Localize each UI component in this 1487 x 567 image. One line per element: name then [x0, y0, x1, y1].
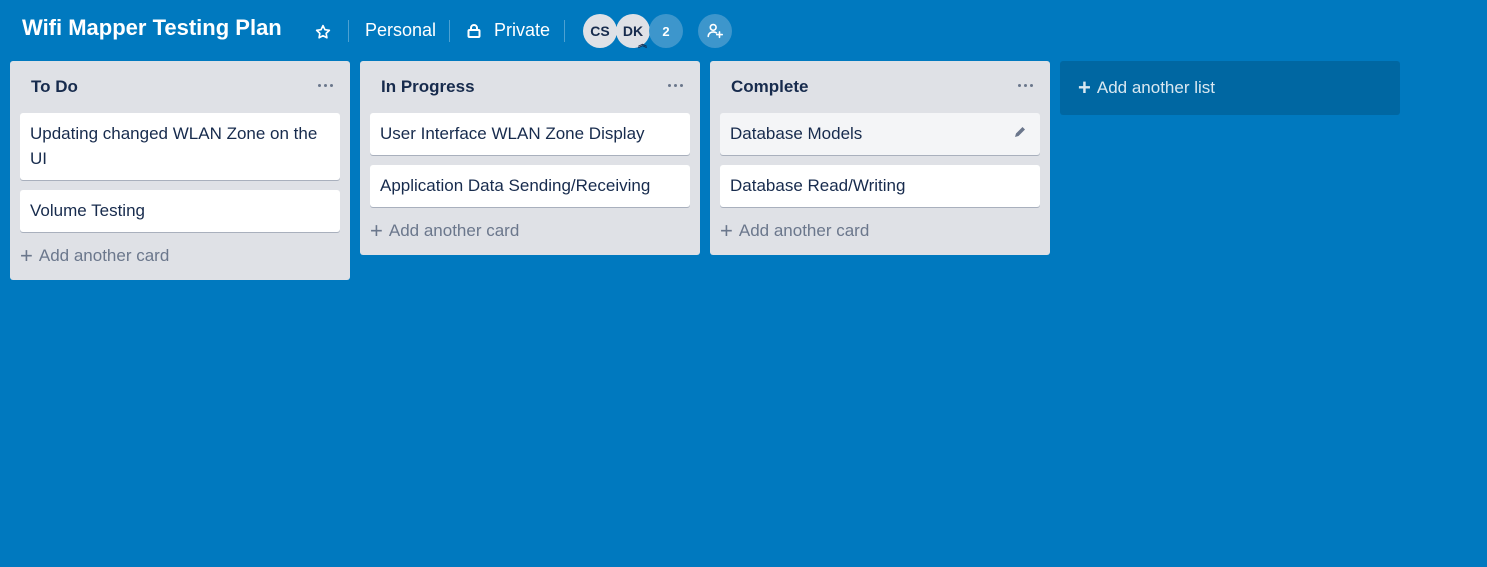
visibility-button[interactable]: Private	[466, 20, 550, 41]
add-card-label: Add another card	[38, 246, 170, 265]
lock-icon	[467, 23, 481, 38]
add-member-icon	[707, 23, 724, 39]
team-button[interactable]: Personal	[365, 20, 436, 41]
list-menu-button[interactable]	[316, 75, 334, 95]
list-complete: Complete Database Models Database Read/W…	[710, 61, 1050, 255]
list-in-progress: In Progress User Interface WLAN Zone Dis…	[360, 61, 700, 255]
list-to-do: To Do Updating changed WLAN Zone on the …	[10, 61, 350, 280]
list-header: In Progress	[360, 61, 700, 113]
ellipsis-icon	[1017, 83, 1021, 87]
plus-icon: +	[370, 218, 383, 243]
list-title[interactable]: In Progress	[381, 77, 475, 97]
plus-icon: +	[720, 218, 733, 243]
plus-icon: +	[20, 243, 33, 268]
card-title: Database Models	[730, 124, 863, 143]
list-header: To Do	[10, 61, 350, 113]
add-list-button[interactable]: + Add another list	[1060, 61, 1400, 115]
list-menu-button[interactable]	[1016, 75, 1034, 95]
list-menu-button[interactable]	[666, 75, 684, 95]
header-divider	[449, 20, 450, 42]
board-header: Wifi Mapper Testing Plan Personal Privat…	[0, 0, 1487, 62]
card[interactable]: Updating changed WLAN Zone on the UI	[20, 113, 340, 180]
card[interactable]: Application Data Sending/Receiving	[370, 165, 690, 207]
member-avatar-admin[interactable]: DK ︽	[616, 14, 650, 49]
add-list-label: Add another list	[1096, 78, 1215, 97]
plus-icon: +	[1078, 75, 1091, 100]
add-card-label: Add another card	[388, 221, 520, 240]
extra-members-count[interactable]: 2	[649, 14, 683, 48]
card[interactable]: Volume Testing	[20, 190, 340, 232]
ellipsis-icon	[317, 83, 321, 87]
star-icon	[315, 24, 331, 39]
list-title[interactable]: To Do	[31, 77, 78, 97]
visibility-label: Private	[494, 20, 551, 40]
list-title[interactable]: Complete	[731, 77, 808, 97]
add-card-button[interactable]: + Add another card	[370, 217, 690, 255]
admin-chevron-icon: ︽	[637, 39, 647, 49]
invite-member-button[interactable]	[698, 14, 732, 48]
header-divider	[348, 20, 349, 42]
add-card-label: Add another card	[738, 221, 870, 240]
add-card-button[interactable]: + Add another card	[720, 217, 1040, 255]
board-title[interactable]: Wifi Mapper Testing Plan	[22, 15, 282, 41]
pencil-icon[interactable]	[1012, 124, 1028, 140]
list-header: Complete	[710, 61, 1050, 113]
ellipsis-icon	[667, 83, 671, 87]
member-avatar[interactable]: CS	[583, 14, 617, 48]
star-board-button[interactable]	[313, 22, 333, 42]
card[interactable]: Database Models	[720, 113, 1040, 155]
header-divider	[564, 20, 565, 42]
card[interactable]: User Interface WLAN Zone Display	[370, 113, 690, 155]
card[interactable]: Database Read/Writing	[720, 165, 1040, 207]
member-initials: DK	[622, 23, 644, 39]
add-card-button[interactable]: + Add another card	[20, 242, 340, 280]
